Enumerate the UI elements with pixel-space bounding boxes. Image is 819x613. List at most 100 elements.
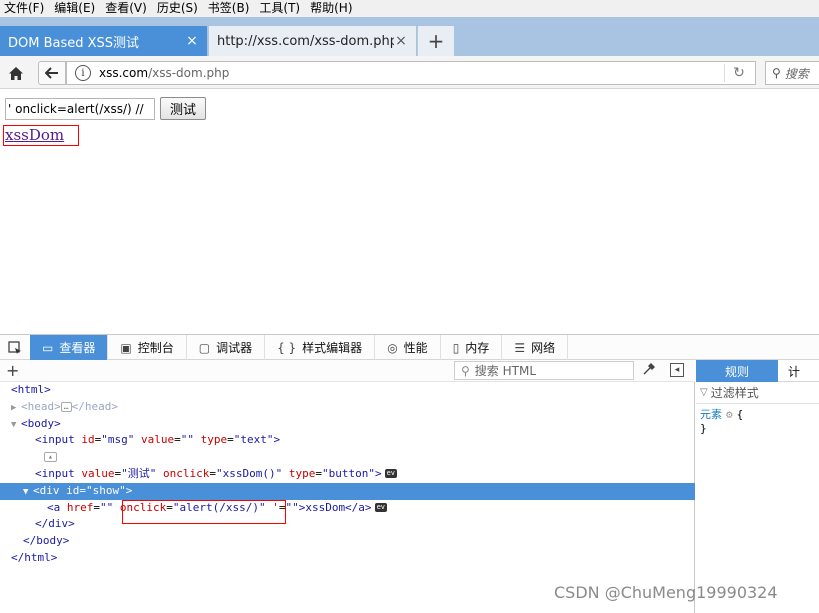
devtools-tab-performance[interactable]: ◎ 性能 xyxy=(375,335,441,360)
attr-value: "xssDom()" xyxy=(215,466,283,480)
url-text: xss.com/xss-dom.php xyxy=(99,66,229,80)
devtools-tab-inspector[interactable]: ▭ 查看器 xyxy=(30,335,109,360)
tag-name: <div xyxy=(33,483,60,497)
event-badge[interactable]: ev xyxy=(384,469,398,479)
devtools-tab-style-editor[interactable]: { } 样式编辑器 xyxy=(265,335,376,360)
tag-div-close: </div> xyxy=(35,517,75,531)
braces-icon: { } xyxy=(277,340,297,355)
menu-edit[interactable]: 编辑(E) xyxy=(50,0,99,17)
tab-label: 调试器 xyxy=(216,341,253,355)
event-badge[interactable]: ev xyxy=(374,503,387,513)
home-icon[interactable] xyxy=(5,62,27,84)
reload-icon[interactable]: ↻ xyxy=(731,65,747,81)
element-selector[interactable]: 元素 xyxy=(700,408,722,421)
markup-node-input-button[interactable]: <input value="测试" onclick="xssDom()" typ… xyxy=(0,466,695,483)
attr-value: "" xyxy=(180,433,194,447)
devtools-tab-network[interactable]: ☰ 网络 xyxy=(502,335,569,360)
markup-node-body-close[interactable]: </body> xyxy=(0,533,695,550)
url-bar[interactable]: i xss.com/xss-dom.php ↻ xyxy=(66,61,756,85)
markup-view: <html> ▶ <head>… </head> ▼ <body> <input id… xyxy=(0,382,695,567)
url-separator xyxy=(724,64,725,82)
attr-name: ' xyxy=(272,500,279,514)
attr-value: "" xyxy=(285,500,299,514)
tag-name: <input xyxy=(35,466,75,480)
tag-name: <input xyxy=(35,433,75,447)
attr-value: "show" xyxy=(86,483,126,497)
devtools-tab-console[interactable]: ▣ 控制台 xyxy=(108,335,187,360)
devtools-toolbar: ▭ 查看器 ▣ 控制台 ▢ 调试器 { } 样式编辑器 ◎ 性能 ▯ 内存 ☰ 网络 xyxy=(0,334,819,360)
gear-icon[interactable]: ⚙ xyxy=(726,408,733,421)
element-rule: 元素 ⚙{ } xyxy=(696,404,819,436)
tab-label: 网络 xyxy=(531,341,556,355)
tab-xss-dom-php[interactable]: http://xss.com/xss-dom.php × xyxy=(208,26,416,56)
markup-text-node[interactable]: ▴ xyxy=(0,449,695,466)
markup-node-div-close[interactable]: </div> xyxy=(0,516,695,533)
element-picker-icon[interactable] xyxy=(0,335,30,360)
url-path: /xss-dom.php xyxy=(148,66,230,80)
search-bar[interactable]: ⚲ 搜索 xyxy=(765,61,819,85)
attr-name: value xyxy=(141,433,175,447)
back-button[interactable] xyxy=(38,61,66,85)
add-node-icon[interactable]: + xyxy=(6,361,19,380)
collapse-arrow-icon[interactable]: ▼ xyxy=(23,484,33,501)
tab-dom-xss[interactable]: DOM Based XSS测试 × xyxy=(0,26,207,56)
menu-file[interactable]: 文件(F) xyxy=(0,0,48,17)
markup-node-a[interactable]: <a href="" onclick="alert(/xss/)" '="">x… xyxy=(0,500,695,517)
markup-node-html-close[interactable]: </html> xyxy=(0,550,695,567)
markup-node-body[interactable]: ▼ <body> xyxy=(0,416,695,433)
attr-value: "text" xyxy=(233,433,274,447)
collapse-arrow-icon[interactable]: ▼ xyxy=(11,417,21,434)
close-icon[interactable]: × xyxy=(185,33,199,49)
attr-name: type xyxy=(200,433,228,447)
search-icon: ⚲ xyxy=(461,363,470,378)
rules-tabs: 规则 计 xyxy=(696,360,819,382)
tab-computed[interactable]: 计 xyxy=(778,360,819,382)
tag-body-close: </body> xyxy=(23,534,70,548)
text-node-placeholder: ▴ xyxy=(44,452,57,463)
sidebar-toggle-icon[interactable]: ◂ xyxy=(670,363,684,377)
close-icon[interactable]: × xyxy=(394,33,408,49)
debugger-icon: ▢ xyxy=(198,340,211,355)
attr-value: "button" xyxy=(321,466,375,480)
devtools-tab-memory[interactable]: ▯ 内存 xyxy=(441,335,503,360)
tab-label: 内存 xyxy=(465,341,490,355)
tab-rules[interactable]: 规则 xyxy=(696,360,778,382)
memory-icon: ▯ xyxy=(452,340,460,355)
inspector-panel: + ⚲ 搜索 HTML ◂ <html> ▶ <head>… </head> ▼ <b… xyxy=(0,360,695,613)
network-icon: ☰ xyxy=(514,340,526,355)
brace-close: } xyxy=(700,422,707,435)
menu-bookmarks[interactable]: 书签(B) xyxy=(204,0,254,17)
markup-node-div-show[interactable]: ▼ <div id="show"> xyxy=(0,482,695,501)
tab-label: DOM Based XSS测试 xyxy=(8,35,140,51)
attr-name: type xyxy=(288,466,316,480)
markup-node-head[interactable]: ▶ <head>… </head> xyxy=(0,399,695,416)
tab-strip: DOM Based XSS测试 × http://xss.com/xss-dom… xyxy=(0,17,819,56)
search-icon: ⚲ xyxy=(772,66,781,80)
search-html-input[interactable]: ⚲ 搜索 HTML xyxy=(454,361,634,380)
eyedropper-icon[interactable] xyxy=(643,362,656,379)
attr-name: value xyxy=(81,466,115,480)
search-html-placeholder: 搜索 HTML xyxy=(474,364,537,378)
arrow-left-icon xyxy=(45,67,58,79)
collapsed-ellipsis[interactable]: … xyxy=(60,401,72,412)
filter-styles-input[interactable]: ▽ 过滤样式 xyxy=(696,382,819,404)
markup-node-html[interactable]: <html> xyxy=(0,382,695,399)
expand-arrow-icon[interactable]: ▶ xyxy=(11,400,21,417)
menu-history[interactable]: 历史(S) xyxy=(153,0,202,17)
test-button[interactable]: 测试 xyxy=(160,97,206,120)
devtools-tab-debugger[interactable]: ▢ 调试器 xyxy=(187,335,266,360)
info-icon[interactable]: i xyxy=(75,65,91,81)
attr-value: "" xyxy=(100,500,114,514)
performance-icon: ◎ xyxy=(387,340,398,355)
console-icon: ▣ xyxy=(120,340,132,355)
menu-tools[interactable]: 工具(T) xyxy=(255,0,304,17)
xss-dom-link[interactable]: xssDom xyxy=(3,125,79,146)
markup-node-input-msg[interactable]: <input id="msg" value="" type="text"> xyxy=(0,432,695,449)
attr-value: "测试" xyxy=(121,466,157,480)
rules-panel: 规则 计 ▽ 过滤样式 元素 ⚙{ } xyxy=(696,360,819,613)
filter-icon: ▽ xyxy=(700,387,708,398)
new-tab-button[interactable]: + xyxy=(417,26,454,56)
menu-view[interactable]: 查看(V) xyxy=(101,0,151,17)
menu-help[interactable]: 帮助(H) xyxy=(306,0,356,17)
msg-input[interactable]: ' onclick=alert(/xss/) // xyxy=(5,98,155,120)
